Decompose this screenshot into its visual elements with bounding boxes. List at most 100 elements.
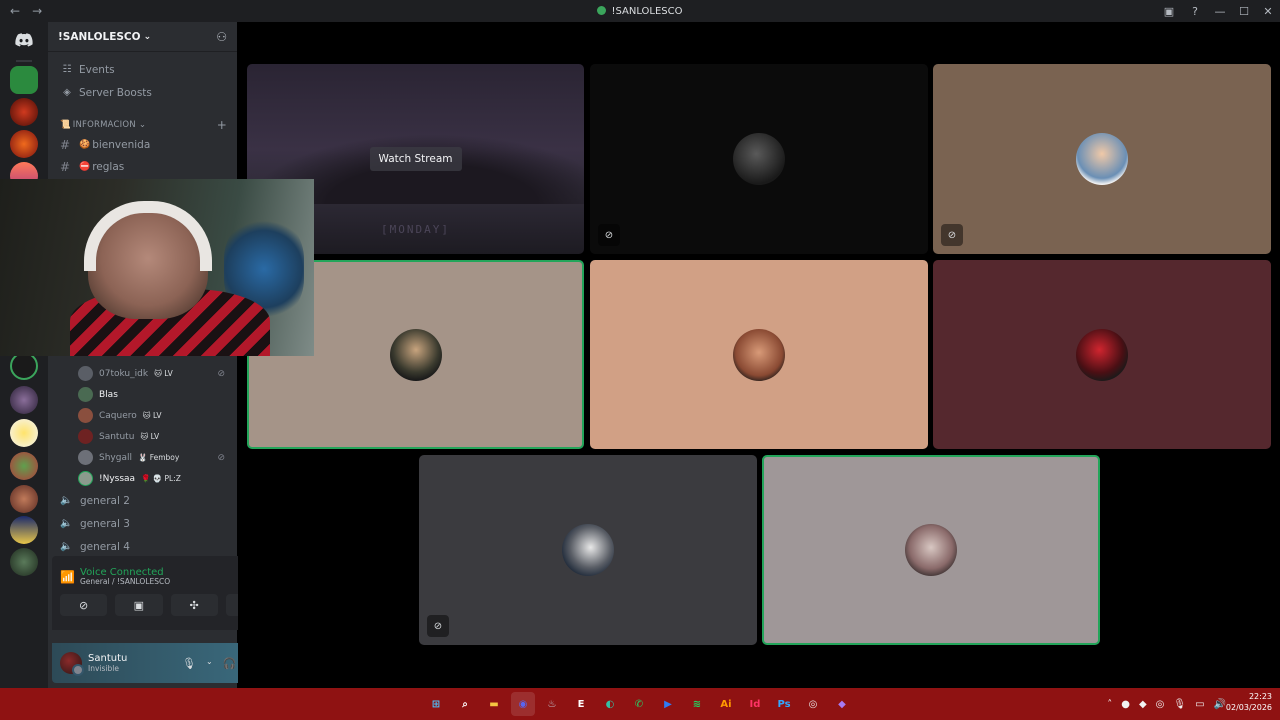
chrome-icon[interactable]: ◎ — [801, 692, 825, 716]
watch-stream-button[interactable]: Watch Stream — [369, 147, 462, 171]
search-icon[interactable]: ⌕ — [453, 692, 477, 716]
steam-icon[interactable]: ♨ — [540, 692, 564, 716]
minimize-icon[interactable]: — — [1208, 5, 1232, 18]
avatar[interactable] — [60, 652, 84, 676]
server-icon — [597, 5, 607, 15]
maximize-icon[interactable]: ☐ — [1232, 5, 1256, 18]
webcam-headphones — [84, 201, 212, 271]
history-nav: ← → — [0, 4, 60, 18]
channel-bienvenida[interactable]: # 🍪 bienvenida — [48, 134, 237, 156]
rail-separator — [16, 60, 32, 62]
server-header[interactable]: !SANLOLESCO ⌄ ⚇ — [48, 22, 237, 52]
participant-tile[interactable]: ⊘ — [933, 64, 1271, 254]
screen-share-icon: ▣ — [133, 598, 145, 612]
tray-app-icon[interactable]: ◎ — [1156, 699, 1165, 710]
participant-tile[interactable]: ⊘ — [419, 455, 757, 645]
server-icon[interactable] — [10, 516, 38, 544]
close-icon[interactable]: ✕ — [1256, 5, 1280, 18]
taskbar: ⊞ ⌕ ▬ ◉ ♨ E ◐ ✆ ▶ ≋ Ai Id Ps ◎ ◆ ˄ ● ◆ ◎ 🎙 ▭ 🔊 22:23 0… — [0, 688, 1280, 720]
server-icon[interactable] — [10, 66, 38, 94]
voice-user[interactable]: 07toku_idk 🐱 LV ⊘ — [48, 363, 237, 384]
nav-item-events[interactable]: ☷ Events — [48, 58, 237, 81]
chevron-down-icon[interactable]: ⌄ — [206, 657, 213, 670]
avatar — [562, 524, 614, 576]
chevron-up-icon[interactable]: ˄ — [1107, 699, 1112, 710]
indesign-icon[interactable]: Id — [743, 692, 767, 716]
voice-channel-general-3[interactable]: 🔈 general 3 — [48, 512, 237, 535]
file-explorer-icon[interactable]: ▬ — [482, 692, 506, 716]
boost-icon: ◈ — [63, 87, 71, 98]
avatar — [78, 471, 93, 486]
voice-user[interactable]: Blas — [48, 384, 237, 405]
activities-icon: ✣ — [189, 598, 199, 612]
voice-user[interactable]: Caquero 🐱 LV — [48, 405, 237, 426]
server-icon[interactable] — [10, 386, 38, 414]
channel-reglas[interactable]: # ⛔ reglas — [48, 156, 237, 178]
microphone-icon[interactable]: 🎙 — [182, 657, 196, 670]
invite-people-icon[interactable]: ⚇ — [216, 30, 227, 44]
calendar-icon: ☷ — [62, 64, 72, 75]
server-icon[interactable] — [10, 98, 38, 126]
avatar — [1076, 133, 1128, 185]
photoshop-icon[interactable]: Ps — [772, 692, 796, 716]
muted-icon: ⊘ — [598, 224, 620, 246]
start-icon[interactable]: ⊞ — [424, 692, 448, 716]
voice-location[interactable]: General / !SANLOLESCO — [80, 578, 241, 587]
avatar — [78, 450, 93, 465]
server-icon[interactable] — [10, 130, 38, 158]
voice-channel-general-2[interactable]: 🔈 general 2 — [48, 489, 237, 512]
nav-item-server-boosts[interactable]: ◈ Server Boosts — [48, 81, 237, 104]
server-icon[interactable] — [10, 352, 38, 380]
headphones-icon[interactable]: 🎧 — [223, 657, 237, 670]
speaker-icon: 🔈 — [60, 518, 73, 529]
volume-icon[interactable]: 🔊 — [1214, 699, 1226, 710]
participant-tile[interactable] — [590, 260, 928, 449]
inbox-icon[interactable]: ▣ — [1156, 5, 1182, 18]
server-icon[interactable] — [10, 548, 38, 576]
help-icon[interactable]: ? — [1182, 5, 1208, 18]
voice-user[interactable]: Shygall 🐰 Femboy ⊘ — [48, 447, 237, 468]
server-icon[interactable] — [10, 485, 38, 513]
discord-home-icon[interactable] — [10, 26, 38, 54]
text-channel-icon: # — [60, 138, 71, 152]
muted-icon: ⊘ — [427, 615, 449, 637]
system-tray: ˄ ● ◆ ◎ 🎙 ▭ 🔊 — [1107, 688, 1226, 720]
edge-icon[interactable]: ◐ — [598, 692, 622, 716]
microphone-icon[interactable]: 🎙 — [1173, 699, 1186, 710]
voice-user[interactable]: !Nyssaa 🌹 💀 PL:Z — [48, 468, 237, 489]
app-purple-icon[interactable]: ◆ — [830, 692, 854, 716]
back-arrow-icon[interactable]: ← — [10, 4, 20, 18]
tray-app-icon[interactable]: ◆ — [1139, 699, 1147, 710]
camera-off-button[interactable]: ⊘ — [60, 594, 108, 616]
share-screen-button[interactable]: ▣ — [115, 594, 163, 616]
spotify-icon[interactable]: ≋ — [685, 692, 709, 716]
network-icon[interactable]: ▭ — [1195, 699, 1204, 710]
avatar — [78, 429, 93, 444]
speaker-icon: 🔈 — [60, 495, 73, 506]
tray-app-icon[interactable]: ● — [1121, 699, 1130, 710]
voice-channel-general-4[interactable]: 🔈 general 4 — [48, 535, 237, 558]
whatsapp-icon[interactable]: ✆ — [627, 692, 651, 716]
illustrator-icon[interactable]: Ai — [714, 692, 738, 716]
avatar — [733, 328, 785, 381]
signal-icon[interactable]: 📶 — [60, 570, 80, 584]
voice-user-list: 07toku_idk 🐱 LV ⊘ Blas Caquero 🐱 LV Sant… — [48, 363, 237, 558]
app-blue-icon[interactable]: ▶ — [656, 692, 680, 716]
activities-button[interactable]: ✣ — [170, 594, 218, 616]
discord-icon[interactable]: ◉ — [511, 692, 535, 716]
participant-tile[interactable] — [762, 455, 1100, 645]
chevron-down-icon: ⌄ — [138, 120, 147, 130]
server-icon[interactable] — [10, 452, 38, 480]
epic-games-icon[interactable]: E — [569, 692, 593, 716]
forward-arrow-icon[interactable]: → — [32, 4, 42, 18]
add-channel-icon[interactable]: + — [217, 118, 227, 132]
user-name[interactable]: Santutu — [88, 653, 127, 664]
participant-tile[interactable]: ⊘ — [590, 64, 928, 254]
voice-user[interactable]: Santutu 🐱 LV — [48, 426, 237, 447]
participant-tile[interactable] — [933, 260, 1271, 449]
avatar — [389, 328, 442, 381]
server-icon[interactable] — [10, 419, 38, 447]
clock[interactable]: 22:23 02/03/2026 — [1226, 692, 1272, 714]
category-informacion[interactable]: 📜 INFORMACION ⌄ + — [48, 116, 237, 134]
camera-off-icon: ⊘ — [79, 598, 89, 612]
